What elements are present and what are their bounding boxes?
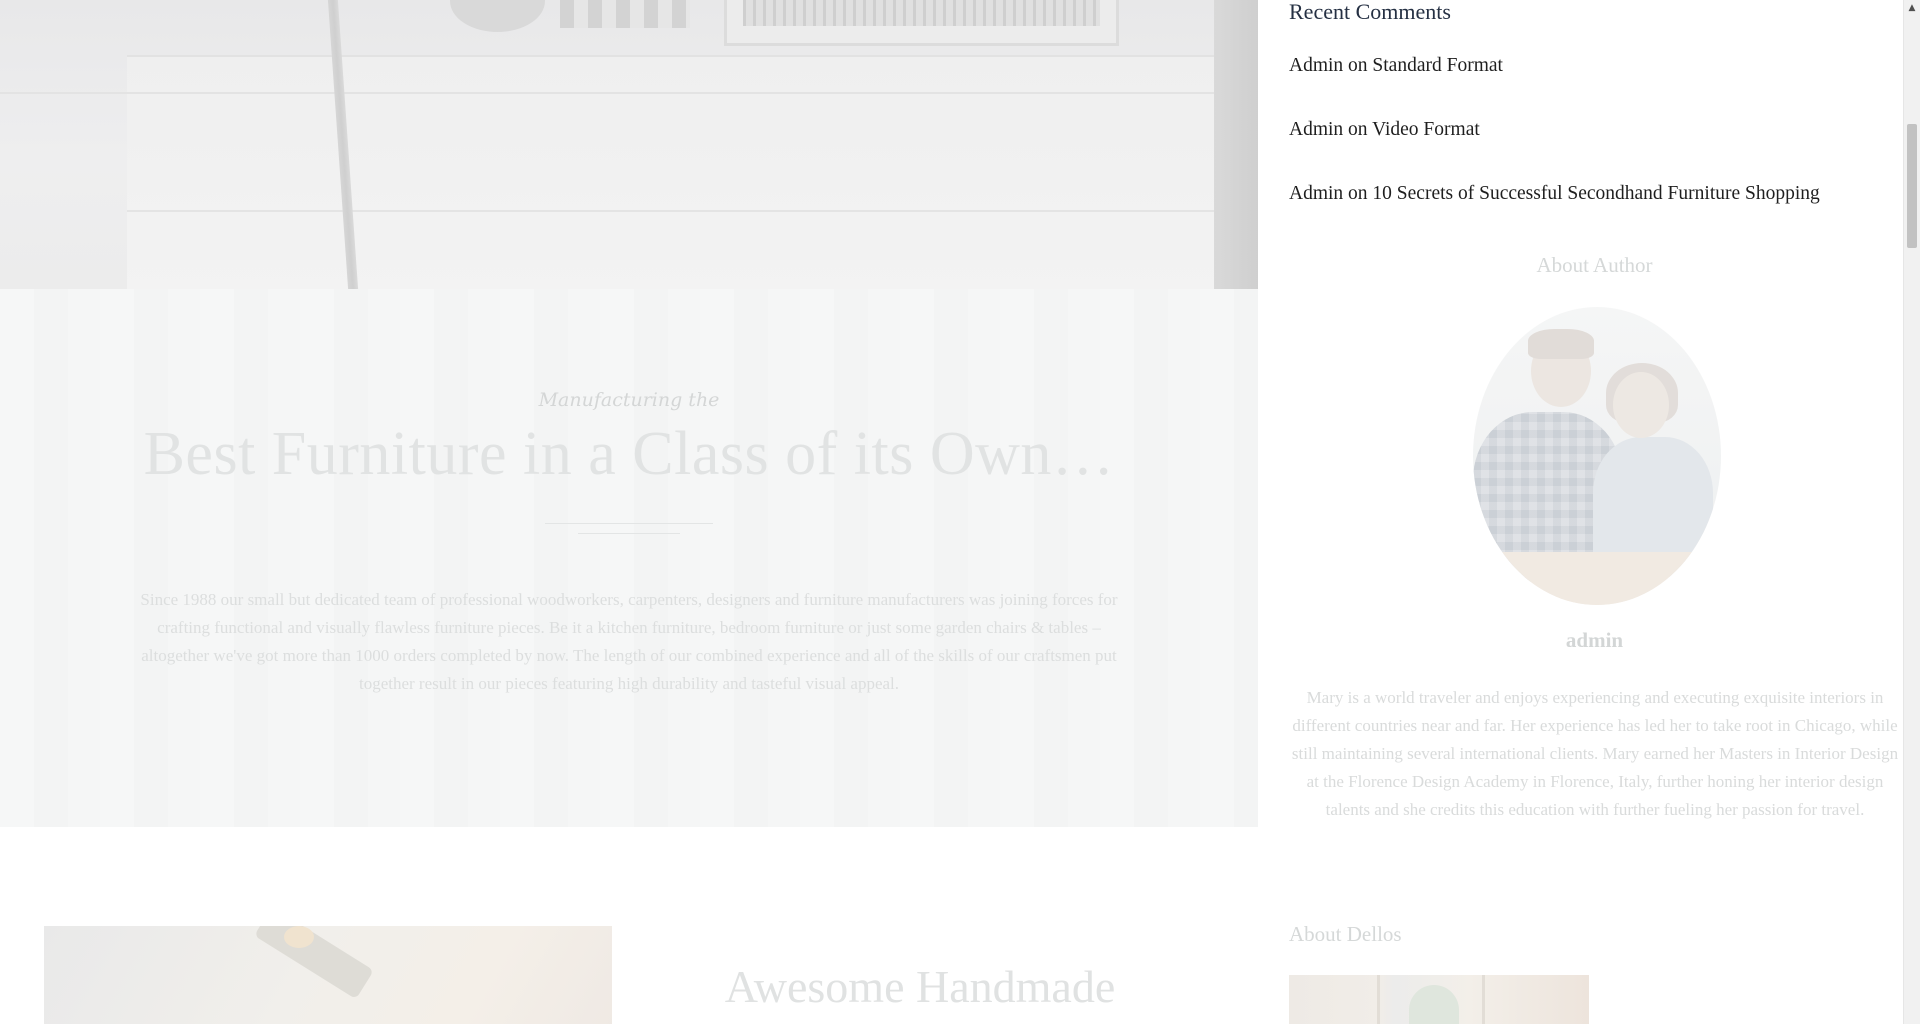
recent-comment-item: Admin on Standard Format [1289, 52, 1820, 116]
about-dellos-photo [1289, 975, 1589, 1024]
photo-edge [1214, 0, 1258, 289]
page-scrollbar[interactable]: ▲ [1903, 0, 1920, 1024]
comment-post-link[interactable]: 10 Secrets of Successful Secondhand Furn… [1372, 183, 1819, 204]
recent-comments-title: Recent Comments [1289, 0, 1451, 24]
recent-comments-list: Admin on Standard Format Admin on Video … [1289, 52, 1820, 244]
recent-comment-item: Admin on Video Format [1289, 116, 1820, 180]
photo-decor [450, 0, 545, 32]
about-author-title: About Author [1536, 253, 1653, 277]
photo-plank [0, 92, 1258, 94]
divider [545, 523, 713, 524]
photo-tool [284, 926, 314, 948]
feature-subtitle: Manufacturing the [538, 389, 720, 411]
comment-author-link[interactable]: Admin [1289, 55, 1343, 76]
feature-title: Best Furniture in a Class of its Own… [143, 420, 1115, 488]
divider [578, 533, 680, 534]
author-bio: Mary is a world traveler and enjoys expe… [1291, 688, 1899, 819]
feature-section: Manufacturing the Best Furniture in a Cl… [0, 289, 1258, 827]
recent-comment-item: Admin on 10 Secrets of Successful Second… [1289, 180, 1820, 244]
author-avatar [1473, 307, 1721, 605]
author-name: admin [1565, 628, 1624, 652]
comment-post-link[interactable]: Video Format [1372, 119, 1480, 140]
comment-separator: on [1343, 119, 1373, 140]
comment-separator: on [1343, 55, 1373, 76]
comment-post-link[interactable]: Standard Format [1372, 55, 1503, 76]
hero-photo [0, 0, 1258, 289]
comment-separator: on [1343, 183, 1373, 204]
photo-board [127, 55, 1258, 289]
scroll-up-arrow-icon[interactable]: ▲ [1904, 0, 1920, 16]
comment-author-link[interactable]: Admin [1289, 119, 1343, 140]
photo-tool [254, 926, 374, 1000]
scrollbar-thumb[interactable] [1907, 124, 1917, 248]
photo-plank [127, 210, 1258, 212]
handmade-photo [44, 926, 612, 1024]
comment-author-link[interactable]: Admin [1289, 183, 1343, 204]
feature-body: Since 1988 our small but dedicated team … [140, 590, 1118, 693]
sidebar: Recent Comments Admin on Standard Format… [1258, 0, 1903, 1024]
about-dellos-title: About Dellos [1289, 922, 1402, 946]
handmade-title: Awesome Handmade [724, 961, 1116, 1012]
photo-frame-inner [743, 0, 1100, 26]
main-content: Manufacturing the Best Furniture in a Cl… [0, 0, 1258, 1024]
photo-decor [560, 0, 690, 28]
photo-frame [724, 0, 1119, 46]
